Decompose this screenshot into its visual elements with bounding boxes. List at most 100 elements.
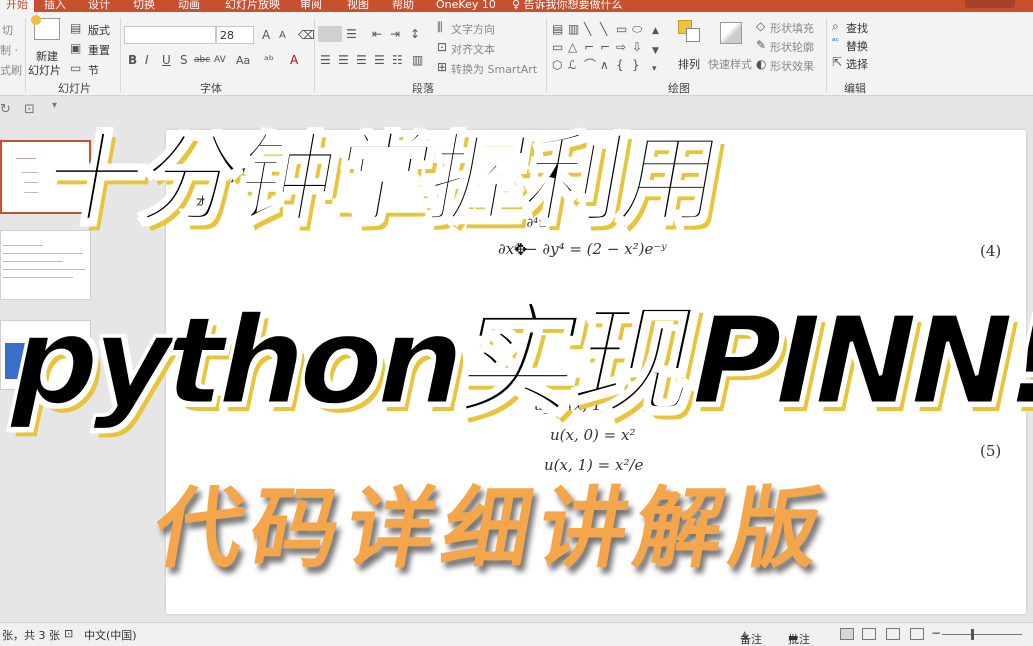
gallery-up-icon: ▲ — [652, 26, 659, 36]
editing-group-label: 编辑 — [844, 82, 866, 95]
select-label: 选择 — [846, 58, 868, 71]
brace-left-shape-icon: { — [616, 58, 624, 72]
quick-styles-icon — [720, 22, 742, 44]
numbering-icon[interactable]: ☰ — [346, 28, 357, 40]
align-text-icon: ⊡ — [437, 40, 448, 54]
line-spacing-icon[interactable]: ↕ — [410, 28, 420, 40]
zoom-slider-track[interactable] — [942, 634, 1022, 635]
equation-4-number: (4) — [980, 242, 1002, 260]
normal-view-icon[interactable] — [840, 628, 854, 640]
tab-review[interactable]: 审阅 — [300, 0, 322, 12]
char-spacing-button[interactable]: AV — [214, 56, 226, 65]
reading-view-icon[interactable] — [886, 628, 900, 640]
strikethrough-button[interactable]: abc — [194, 56, 210, 65]
group-separator — [314, 18, 315, 92]
zoom-slider-thumb[interactable] — [971, 629, 974, 640]
tab-help[interactable]: 帮助 — [392, 0, 414, 12]
group-separator — [25, 18, 26, 92]
smartart-icon: ⊞ — [437, 60, 448, 74]
layout-label: 版式 — [88, 24, 110, 37]
font-name-combobox[interactable] — [124, 26, 216, 44]
tab-animations[interactable]: 动画 — [178, 0, 200, 12]
tab-transitions[interactable]: 切换 — [133, 0, 155, 12]
zoom-out-button[interactable]: − — [931, 626, 941, 640]
section-label: 节 — [88, 64, 99, 77]
tab-slideshow[interactable]: 幻灯片放映 — [225, 0, 280, 12]
language-indicator[interactable]: 中文(中国) — [84, 627, 137, 643]
tab-insert[interactable]: 插入 — [44, 0, 66, 12]
slideshow-view-icon[interactable] — [910, 628, 924, 640]
overlay-title-line-1: 十分钟掌握利用 — [34, 122, 729, 239]
slide-counter: 张，共 3 张 — [2, 629, 60, 642]
align-right-icon[interactable]: ☰ — [356, 54, 367, 66]
shrink-font-button[interactable]: A — [279, 31, 286, 41]
arc-shape-icon: ⌒ — [584, 58, 597, 72]
layout-icon: ▤ — [70, 21, 82, 35]
columns-icon[interactable]: ▥ — [412, 54, 423, 66]
tab-onekey[interactable]: OneKey 10 — [436, 0, 496, 12]
copy-button[interactable]: 制 · — [0, 42, 18, 58]
font-color-button[interactable]: A — [290, 54, 298, 66]
overlay-title-line-3: 代码详细讲解版 — [146, 477, 837, 580]
replace-icon: ᵃᶜ — [832, 37, 839, 47]
customize-qat-icon[interactable]: ▾ — [52, 100, 57, 111]
new-slide-label-2: 幻灯片 — [28, 64, 61, 77]
font-group-label: 字体 — [200, 82, 222, 95]
format-painter-button[interactable]: 式刷 — [0, 62, 22, 78]
increase-indent-icon[interactable]: ⇥ — [390, 28, 400, 40]
align-center-icon[interactable]: ☰ — [338, 54, 349, 66]
arrow-right-shape-icon: ⇨ — [616, 40, 627, 54]
change-case-button[interactable]: Aa — [236, 55, 250, 66]
bold-button[interactable]: B — [128, 54, 137, 66]
spellcheck-icon[interactable]: ⊡ — [64, 627, 73, 640]
tab-view[interactable]: 视图 — [347, 0, 369, 12]
brace-right-shape-icon: } — [632, 58, 640, 72]
select-cursor-icon: ⇱ — [832, 55, 843, 69]
group-separator — [826, 18, 827, 92]
font-size-combobox[interactable]: 28 — [216, 26, 254, 44]
distribute-icon[interactable]: ☷ — [392, 54, 403, 66]
slideshow-icon[interactable]: ⊡ — [24, 102, 35, 117]
highlight-icon[interactable]: ᵃᵇ — [264, 54, 274, 66]
rectangle-shape-icon: ▭ — [616, 22, 628, 36]
justify-icon[interactable]: ☰ — [374, 54, 385, 66]
rect2-shape-icon: ▭ — [552, 40, 564, 54]
underline-button[interactable]: U — [162, 54, 171, 66]
paragraph-group-label: 段落 — [412, 82, 434, 95]
notes-label: 备注 — [740, 633, 762, 646]
quick-styles-button[interactable]: 快速样式 — [708, 18, 754, 72]
status-bar: 张，共 3 张 ⊡ 中文(中国) ≜ 备注 ▬ 批注 − — [0, 622, 1033, 646]
group-separator — [546, 18, 547, 92]
tell-me-search[interactable]: ♀ 告诉我你想要做什么 — [512, 0, 623, 12]
ribbon-tab-bar: 开始 插入 设计 切换 动画 幻灯片放映 审阅 视图 帮助 OneKey 10 … — [0, 0, 1033, 12]
text-direction-label: 文字方向 — [451, 23, 495, 36]
wave-shape-icon: ∧ — [600, 58, 609, 72]
tab-design[interactable]: 设计 — [88, 0, 110, 12]
tab-home[interactable]: 开始 — [0, 0, 34, 12]
clear-format-icon[interactable]: ⌫ — [298, 29, 315, 41]
pen-icon: ✎ — [756, 38, 767, 52]
bullets-button[interactable] — [318, 26, 342, 42]
freeform-shape-icon: ℒ — [568, 58, 577, 72]
smartart-label: 转换为 SmartArt — [451, 63, 538, 76]
align-left-icon[interactable]: ☰ — [320, 54, 331, 66]
account-button[interactable] — [965, 0, 1015, 8]
italic-button[interactable]: I — [145, 54, 149, 66]
tell-me-label: 告诉我你想要做什么 — [523, 0, 623, 11]
shapes-gallery[interactable]: ▤ ▥ ╲ ╲ ▭ ⬭ ▭ △ ⌐ ⌐ ⇨ ⇩ ⬡ ℒ ⌒ ∧ { } ▲ ▼ … — [550, 20, 668, 78]
new-slide-button[interactable]: 新建 幻灯片 — [28, 15, 68, 78]
slide-sorter-icon[interactable] — [862, 628, 876, 640]
arrange-button[interactable]: 排列 — [676, 18, 704, 72]
cut-button[interactable]: 切 — [2, 22, 13, 38]
triangle-shape-icon: △ — [568, 40, 578, 54]
text-direction-icon: ⫼ — [437, 20, 443, 34]
redo-icon[interactable]: ↻ — [0, 102, 11, 117]
shadow-button[interactable]: S — [180, 54, 188, 66]
effects-icon: ◐ — [756, 57, 767, 71]
grow-font-button[interactable]: A — [262, 29, 270, 41]
shape-effects-label: 形状效果 — [770, 60, 814, 73]
gallery-more-icon: ▾ — [652, 64, 657, 74]
oval-shape-icon: ⬭ — [632, 22, 643, 36]
align-text-label: 对齐文本 — [451, 43, 495, 56]
decrease-indent-icon[interactable]: ⇤ — [372, 28, 382, 40]
